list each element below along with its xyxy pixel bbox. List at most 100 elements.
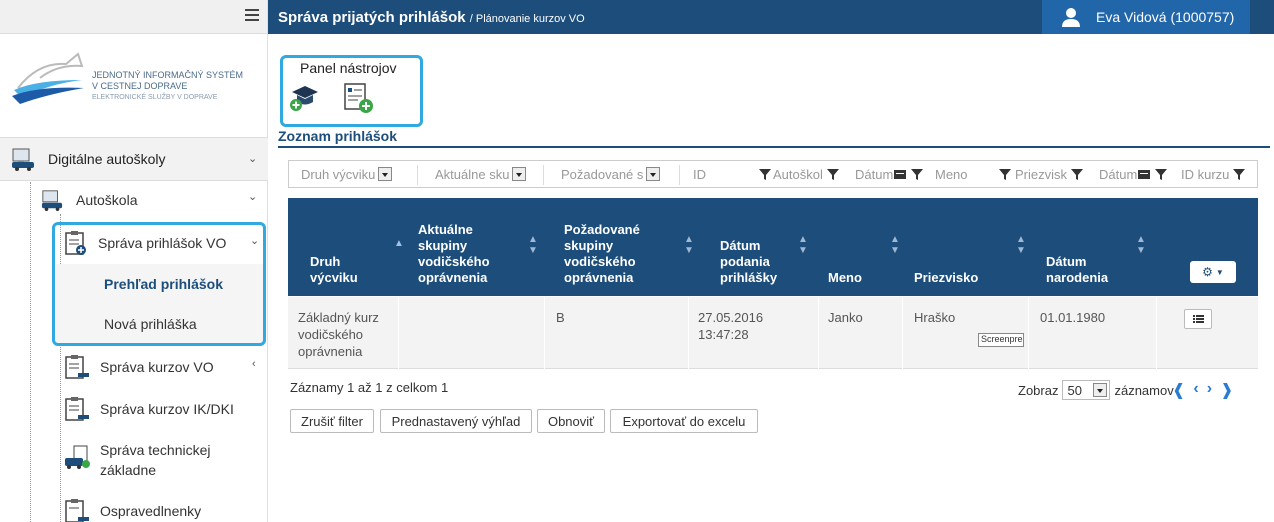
sidebar-item-autoskola[interactable]: Autoškola ⌄ — [40, 188, 266, 212]
column-header-meno[interactable]: Meno — [828, 270, 862, 286]
page-title: Správa prijatých prihlášok / Plánovanie … — [278, 9, 585, 26]
next-page-icon[interactable]: › — [1207, 380, 1212, 400]
filter-label: Meno — [935, 166, 968, 182]
row-actions-button[interactable] — [1184, 309, 1212, 329]
divider — [679, 165, 680, 185]
filter-aktualne-skupiny[interactable]: Aktuálne sku — [435, 164, 527, 184]
page-size-suffix: záznamov — [1114, 382, 1174, 398]
filter-funnel[interactable] — [755, 164, 772, 184]
divider — [544, 297, 545, 369]
calendar-icon[interactable] — [893, 168, 907, 180]
sort-asc-icon[interactable]: ▲ — [394, 238, 404, 249]
column-header-text: Meno — [828, 270, 862, 285]
hamburger-menu-icon[interactable] — [245, 9, 259, 21]
default-view-button[interactable]: Prednastavený výhľad — [380, 409, 532, 433]
filter-id[interactable]: ID — [693, 164, 706, 184]
highlight-box — [52, 222, 266, 346]
page-size-select[interactable]: 50 — [1062, 380, 1111, 400]
list-title: Zoznam prihlášok — [278, 128, 398, 144]
sidebar-top-bar — [0, 0, 267, 34]
column-header-text: podania — [720, 254, 770, 269]
sort-icon[interactable]: ▲ ▼ — [1016, 234, 1026, 256]
calendar-icon[interactable] — [1137, 168, 1151, 180]
funnel-icon[interactable] — [826, 167, 840, 181]
sort-icon[interactable]: ▲ ▼ — [798, 234, 808, 256]
sidebar-item-sprava-kurzov-ik[interactable]: Správa kurzov IK/DKI — [64, 396, 264, 422]
filter-meno[interactable]: Meno — [935, 164, 968, 184]
sidebar-item-digitalne-autoskoly[interactable]: Digitálne autoškoly ⌄ — [0, 137, 268, 181]
filter-row: Druh výcviku Aktuálne sku Požadované s I… — [288, 160, 1258, 188]
sidebar-item-label: Digitálne autoškoly — [48, 151, 166, 167]
user-name: Eva Vidová (1000757) — [1096, 9, 1235, 25]
filter-pozadovane-skupiny[interactable]: Požadované s — [561, 164, 661, 184]
breadcrumb[interactable]: / Plánovanie kurzov VO — [470, 13, 585, 25]
filter-priezvisko[interactable]: Priezvisk — [1015, 164, 1084, 184]
sidebar-item-label: Autoškola — [76, 192, 138, 208]
sidebar-item-sprava-kurzov-vo[interactable]: Správa kurzov VO ‹ — [64, 354, 264, 380]
refresh-button[interactable]: Obnoviť — [537, 409, 605, 433]
page-title-text: Správa prijatých prihlášok — [278, 9, 466, 26]
cell-text: oprávnenia — [298, 344, 363, 359]
clipboard-icon — [65, 355, 89, 379]
table-row[interactable]: Základný kurz vodičského oprávnenia B 27… — [288, 297, 1258, 369]
column-header-datum-narodenia[interactable]: Dátum narodenia — [1046, 254, 1108, 286]
chevron-down-icon: ⌄ — [248, 153, 258, 165]
cell-priezvisko: Hraško — [914, 310, 956, 325]
column-header-priezvisko[interactable]: Priezvisko — [914, 270, 978, 286]
column-header-text: Požadované — [564, 222, 640, 237]
filter-label: Priezvisk — [1015, 166, 1068, 182]
highlight-box — [280, 55, 423, 127]
funnel-icon[interactable] — [1232, 167, 1246, 181]
app: JEDNOTNÝ INFORMAČNÝ SYSTÉM V CESTNEJ DOP… — [0, 0, 1274, 522]
filter-funnel[interactable] — [995, 164, 1012, 184]
funnel-icon[interactable] — [910, 167, 924, 181]
sidebar-item-sprava-technickej-zakladne[interactable]: Správa technickej základne — [64, 440, 264, 480]
user-menu[interactable]: Eva Vidová (1000757) — [1042, 0, 1250, 34]
column-header-datum-podania[interactable]: Dátum podania prihlášky — [720, 238, 777, 286]
filter-autoskola[interactable]: Autoškol — [773, 164, 840, 184]
dropdown-arrow-icon[interactable] — [378, 167, 393, 181]
sidebar-item-ospravedlnenky[interactable]: Ospravedlnenky — [64, 498, 264, 522]
export-excel-button[interactable]: Exportovať do excelu — [610, 409, 758, 433]
cell-text: 27.05.2016 — [698, 310, 764, 325]
page-size-control: Zobraz 50 záznamov — [1018, 380, 1174, 400]
logo-swoosh-icon — [12, 52, 84, 104]
first-page-icon[interactable]: ❰ — [1172, 380, 1185, 400]
filter-druh-vycviku[interactable]: Druh výcviku — [301, 164, 393, 184]
sidebar-item-label: Správa kurzov VO — [100, 359, 214, 375]
caret-down-icon: ▼ — [1215, 267, 1224, 277]
dropdown-arrow-icon[interactable] — [1093, 383, 1108, 397]
cell-text: 13:47:28 — [698, 327, 749, 342]
dropdown-arrow-icon[interactable] — [646, 167, 661, 181]
sort-icon[interactable]: ▲ ▼ — [1136, 234, 1146, 256]
sort-icon[interactable]: ▲ ▼ — [890, 234, 900, 256]
column-header-pozadovane[interactable]: Požadované skupiny vodičského oprávnenia — [564, 222, 640, 286]
funnel-icon — [999, 169, 1011, 180]
dropdown-arrow-icon[interactable] — [512, 167, 527, 181]
filter-label: Dátum — [855, 166, 894, 182]
records-summary: Záznamy 1 až 1 z celkom 1 — [290, 380, 449, 395]
filter-datum-narodenia[interactable]: Dátum — [1099, 164, 1168, 184]
last-page-icon[interactable]: ❱ — [1220, 380, 1233, 400]
sort-icon[interactable]: ▲ ▼ — [684, 234, 694, 256]
filter-id-kurzu[interactable]: ID kurzu — [1181, 164, 1246, 184]
column-header-druh[interactable]: Druh výcviku — [310, 254, 358, 286]
column-header-text: Priezvisko — [914, 270, 979, 285]
computer-car-icon — [12, 148, 34, 171]
funnel-icon[interactable] — [1070, 167, 1084, 181]
funnel-icon[interactable] — [1154, 167, 1168, 181]
divider — [398, 297, 399, 369]
column-header-text: Dátum — [720, 238, 761, 253]
chevron-left-icon: ‹ — [252, 358, 256, 370]
column-header-aktualne[interactable]: Aktuálne skupiny vodičského oprávnenia — [418, 222, 490, 286]
prev-page-icon[interactable]: ‹ — [1193, 380, 1198, 400]
sort-icon[interactable]: ▲ ▼ — [528, 234, 538, 256]
logo: JEDNOTNÝ INFORMAČNÝ SYSTÉM V CESTNEJ DOP… — [8, 50, 258, 120]
clear-filter-button[interactable]: Zrušiť filter — [290, 409, 374, 433]
filter-datum-podania[interactable]: Dátum — [855, 164, 924, 184]
clipboard-icon — [65, 397, 89, 421]
logo-line-2: V CESTNEJ DOPRAVE — [92, 81, 188, 91]
column-settings-button[interactable]: ⚙ ▼ — [1190, 261, 1236, 283]
header-bar: Správa prijatých prihlášok / Plánovanie … — [268, 0, 1274, 34]
user-icon — [1062, 8, 1080, 27]
